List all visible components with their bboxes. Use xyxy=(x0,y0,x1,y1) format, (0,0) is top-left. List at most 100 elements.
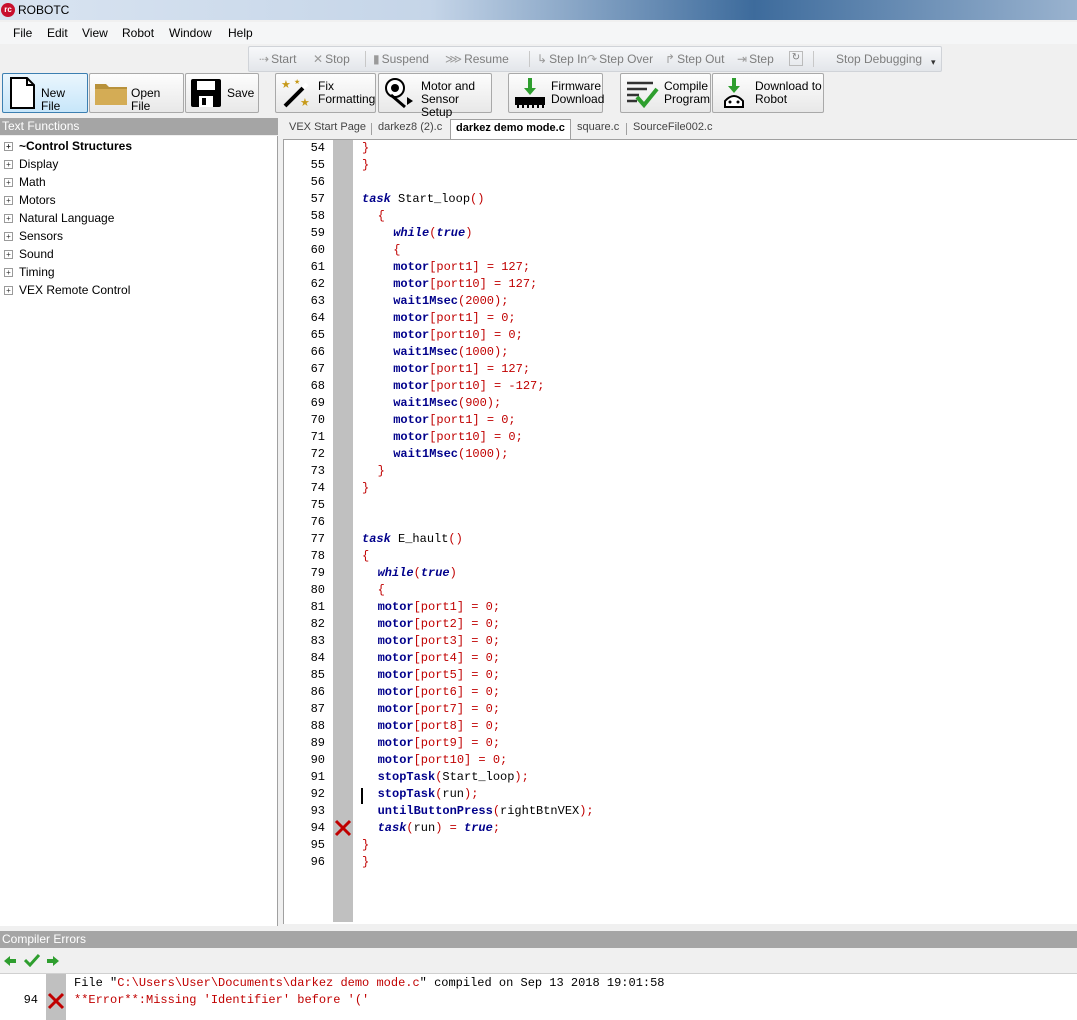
menu-file[interactable]: File xyxy=(13,26,32,40)
code-line[interactable]: motor[port1] = 0; xyxy=(393,310,515,327)
code-line[interactable]: } xyxy=(362,837,369,854)
code-line[interactable]: untilButtonPress(rightBtnVEX); xyxy=(378,803,594,820)
motor-sensor-setup-button[interactable]: Motor and Sensor Setup xyxy=(378,73,492,119)
code-line[interactable]: task Start_loop() xyxy=(362,191,484,208)
expand-icon[interactable]: + xyxy=(4,214,13,223)
code-line[interactable]: motor[port8] = 0; xyxy=(378,718,500,735)
code-line[interactable]: } xyxy=(362,140,369,157)
tab-darkez8-2[interactable]: darkez8 (2).c xyxy=(378,121,442,133)
code-line[interactable]: motor[port10] = 0; xyxy=(393,327,523,344)
expand-icon[interactable]: + xyxy=(4,160,13,169)
line-number: 64 xyxy=(310,311,325,325)
code-line[interactable]: motor[port10] = 0; xyxy=(378,752,508,769)
magic-wand-icon: ★★★ xyxy=(281,78,310,109)
line-number: 55 xyxy=(310,158,325,172)
compile-check-icon[interactable] xyxy=(24,953,40,967)
expand-icon[interactable]: + xyxy=(4,286,13,295)
code-line[interactable]: { xyxy=(393,242,400,259)
code-line[interactable]: motor[port1] = 0; xyxy=(378,599,500,616)
tree-item-control-structures[interactable]: + ~Control Structures xyxy=(4,137,132,155)
menu-view[interactable]: View xyxy=(82,26,108,40)
expand-icon[interactable]: + xyxy=(4,178,13,187)
download-to-robot-button[interactable]: Download to Robot xyxy=(712,73,824,113)
code-line[interactable]: while(true) xyxy=(378,565,457,582)
code-line[interactable]: motor[port10] = 127; xyxy=(393,276,537,293)
code-line[interactable]: wait1Msec(2000); xyxy=(393,293,508,310)
code-line[interactable]: motor[port1] = 127; xyxy=(393,259,530,276)
menu-window[interactable]: Window xyxy=(169,26,212,40)
code-line[interactable]: motor[port3] = 0; xyxy=(378,633,500,650)
fix-formatting-button[interactable]: ★ ★ ★ Fix Formatting xyxy=(275,73,376,113)
code-line[interactable]: task(run) = true; xyxy=(378,820,500,837)
tree-item-sound[interactable]: + Sound xyxy=(4,245,54,263)
stop-debug-button[interactable]: ✕ Stop xyxy=(313,52,350,66)
code-line[interactable]: { xyxy=(378,208,385,225)
resume-button[interactable]: ⋙ Resume xyxy=(445,52,509,66)
expand-icon[interactable]: + xyxy=(4,250,13,259)
stop-debugging-button[interactable]: Stop Debugging xyxy=(836,52,922,66)
new-file-button[interactable]: New File xyxy=(2,73,88,113)
code-line[interactable]: { xyxy=(362,548,369,565)
open-file-button[interactable]: Open File xyxy=(89,73,184,113)
code-line[interactable]: motor[port1] = 127; xyxy=(393,361,530,378)
code-line[interactable]: } xyxy=(362,157,369,174)
line-number: 69 xyxy=(310,396,325,410)
code-line[interactable]: motor[port2] = 0; xyxy=(378,616,500,633)
code-line[interactable]: while(true) xyxy=(393,225,472,242)
editor-gutter[interactable] xyxy=(333,140,353,922)
step-over-button[interactable]: ↷ Step Over xyxy=(587,52,653,66)
code-line[interactable]: { xyxy=(378,582,385,599)
tree-item-math[interactable]: + Math xyxy=(4,173,46,191)
menu-robot[interactable]: Robot xyxy=(122,26,154,40)
code-line[interactable]: motor[port6] = 0; xyxy=(378,684,500,701)
expand-icon[interactable]: + xyxy=(4,232,13,241)
expand-icon[interactable]: + xyxy=(4,196,13,205)
code-line[interactable]: motor[port4] = 0; xyxy=(378,650,500,667)
suspend-button[interactable]: ▮ Suspend xyxy=(373,52,429,66)
compile-program-button[interactable]: Compile Program xyxy=(620,73,711,113)
error-marker-icon[interactable] xyxy=(334,819,352,837)
code-line[interactable]: motor[port10] = 0; xyxy=(393,429,523,446)
tree-item-motors[interactable]: + Motors xyxy=(4,191,56,209)
start-debug-button[interactable]: ⇢ Start xyxy=(259,52,296,66)
code-line[interactable]: motor[port9] = 0; xyxy=(378,735,500,752)
code-line[interactable]: } xyxy=(378,463,385,480)
refresh-icon[interactable]: ↻ xyxy=(789,51,803,66)
expand-icon[interactable]: + xyxy=(4,142,13,151)
code-line[interactable]: } xyxy=(362,480,369,497)
code-line[interactable]: wait1Msec(1000); xyxy=(393,446,508,463)
code-line[interactable]: } xyxy=(362,854,369,871)
code-line[interactable]: stopTask(Start_loop); xyxy=(378,769,529,786)
code-line[interactable]: motor[port10] = -127; xyxy=(393,378,544,395)
next-error-arrow-icon[interactable] xyxy=(46,955,60,967)
menu-help[interactable]: Help xyxy=(228,26,253,40)
tab-darkez-demo-mode[interactable]: darkez demo mode.c xyxy=(450,119,571,140)
firmware-download-button[interactable]: Firmware Download xyxy=(508,73,604,113)
code-token: { xyxy=(377,583,385,597)
tab-sourcefile002[interactable]: SourceFile002.c xyxy=(633,121,713,133)
code-line[interactable]: motor[port1] = 0; xyxy=(393,412,515,429)
tree-item-sensors[interactable]: + Sensors xyxy=(4,227,63,245)
code-line[interactable]: motor[port7] = 0; xyxy=(378,701,500,718)
compile-info-line[interactable]: File "C:\Users\User\Documents\darkez dem… xyxy=(74,975,665,992)
tree-item-display[interactable]: + Display xyxy=(4,155,58,173)
code-line[interactable]: wait1Msec(900); xyxy=(393,395,501,412)
code-line[interactable]: wait1Msec(1000); xyxy=(393,344,508,361)
code-line[interactable]: task E_hault() xyxy=(362,531,463,548)
tab-vex-start-page[interactable]: VEX Start Page xyxy=(289,121,366,133)
error-message[interactable]: **Error**:Missing 'Identifier' before '(… xyxy=(74,992,369,1009)
tree-item-timing[interactable]: + Timing xyxy=(4,263,55,281)
previous-error-arrow-icon[interactable] xyxy=(3,955,17,967)
menu-edit[interactable]: Edit xyxy=(47,26,68,40)
step-button[interactable]: ⇥ Step xyxy=(737,52,774,66)
tab-square[interactable]: square.c xyxy=(577,121,619,133)
code-line[interactable]: stopTask(run); xyxy=(378,786,479,803)
save-button[interactable]: Save xyxy=(185,73,259,113)
expand-icon[interactable]: + xyxy=(4,268,13,277)
code-line[interactable]: motor[port5] = 0; xyxy=(378,667,500,684)
toolbar-overflow-icon[interactable]: ▾ xyxy=(931,57,936,68)
tree-item-natural-language[interactable]: + Natural Language xyxy=(4,209,114,227)
step-out-button[interactable]: ↱ Step Out xyxy=(665,52,724,66)
step-in-button[interactable]: ↳ Step In xyxy=(537,52,587,66)
tree-item-vex-remote-control[interactable]: + VEX Remote Control xyxy=(4,281,130,299)
